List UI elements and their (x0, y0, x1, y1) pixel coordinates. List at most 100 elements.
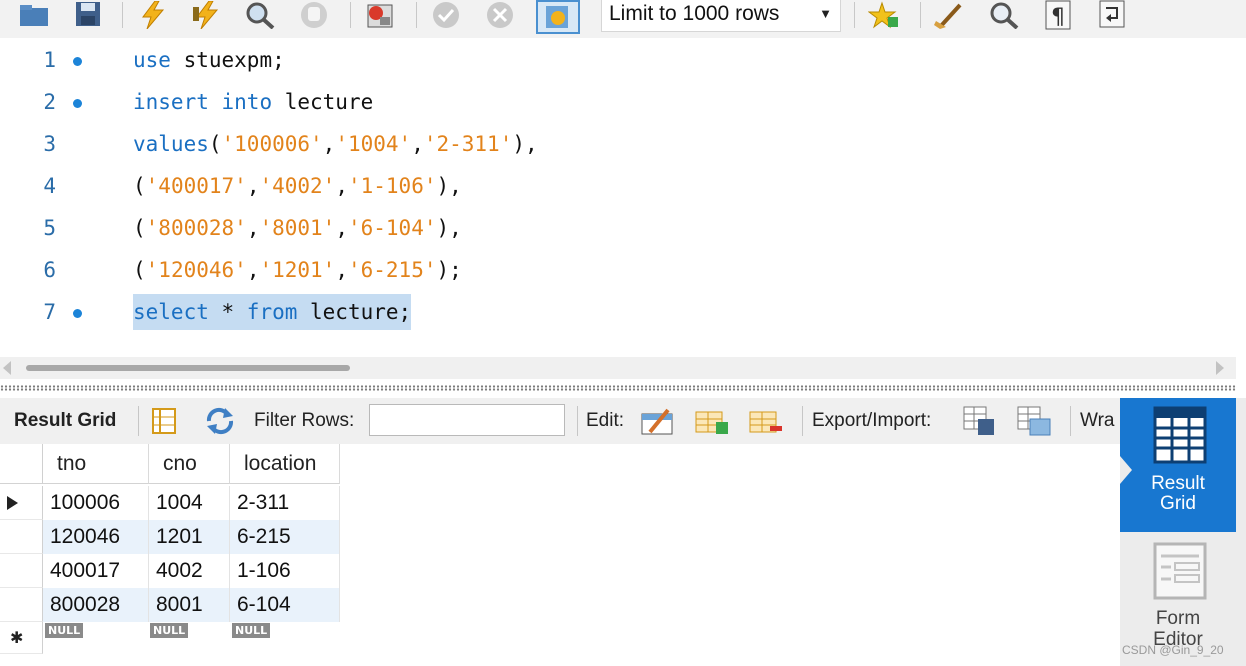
table-cell[interactable]: 100006 (43, 486, 149, 520)
statement-marker-icon (73, 99, 82, 108)
wrap-cell-label[interactable]: Wra (1080, 410, 1114, 432)
operator: * (208, 300, 247, 324)
filter-rows-label: Filter Rows: (254, 410, 355, 431)
filter-rows-input[interactable] (369, 404, 565, 436)
punct: , (411, 132, 424, 156)
table-cell[interactable]: 4002 (149, 554, 230, 588)
sql-editor[interactable]: 1 use stuexpm; 2 insert into lecture 3 v… (0, 38, 1246, 354)
toolbar-separator (854, 2, 855, 28)
result-grid-view-button[interactable]: Result Grid (1120, 398, 1236, 532)
result-grid-view-label: Result Grid (1120, 474, 1236, 514)
table-cell[interactable]: 120046 (43, 520, 149, 554)
table-cell[interactable]: 800028 (43, 588, 149, 622)
identifier: lecture; (297, 300, 412, 324)
keyword: select (133, 300, 209, 324)
table-cell[interactable]: 1004 (149, 486, 230, 520)
row-selector[interactable] (0, 520, 43, 554)
row-selector[interactable] (0, 554, 43, 588)
execute-icon[interactable] (134, 0, 170, 30)
column-header-cno[interactable]: cno (149, 444, 230, 484)
toolbar-separator (802, 406, 803, 436)
watermark: CSDN @Gin_9_20 (1122, 643, 1224, 657)
code-line: 6 ('120046','1201','6-215'); (0, 252, 1236, 288)
string-literal: '800028' (145, 216, 247, 240)
edit-cell-icon[interactable] (640, 404, 676, 438)
code-line: 1 use stuexpm; (0, 42, 1236, 78)
row-selector[interactable] (0, 588, 43, 622)
scrollbar-thumb[interactable] (26, 365, 350, 371)
result-toolbar: Result Grid Filter Rows: Edit: Export/Im… (0, 398, 1120, 444)
punct: ), (436, 174, 462, 198)
result-grid-label: Result Grid (14, 410, 117, 431)
code-text: ('400017','4002','1-106'), (133, 168, 462, 204)
table-cell[interactable]: 6-104 (230, 588, 340, 622)
table-cell[interactable]: 6-215 (230, 520, 340, 554)
keyword: use (133, 48, 171, 72)
punct: ( (133, 258, 146, 282)
svg-text:¶: ¶ (1051, 5, 1065, 30)
line-number: 3 (43, 132, 56, 156)
save-icon[interactable] (70, 0, 106, 30)
editor-horizontal-scrollbar[interactable] (0, 357, 1236, 379)
result-grid-icon (1153, 406, 1207, 464)
autocommit-icon[interactable] (536, 0, 580, 34)
table-cell[interactable]: 1-106 (230, 554, 340, 588)
string-literal: '1201' (259, 258, 336, 282)
line-number: 2 (43, 90, 56, 114)
null-badge[interactable]: NULL (45, 623, 84, 638)
code-text: insert into lecture (133, 84, 373, 120)
stop-icon[interactable] (296, 0, 332, 30)
panel-splitter[interactable] (0, 385, 1236, 391)
table-cell[interactable]: 1201 (149, 520, 230, 554)
find-icon[interactable] (986, 0, 1022, 30)
column-header-location[interactable]: location (230, 444, 340, 484)
punct: ), (436, 216, 462, 240)
selected-code-text: select * from lecture; (133, 294, 412, 330)
form-editor-icon (1153, 542, 1207, 600)
punct: , (246, 216, 260, 240)
label-line: Result (1151, 473, 1205, 494)
grid-corner (0, 444, 43, 484)
open-folder-icon[interactable] (16, 0, 52, 30)
delete-row-icon[interactable] (748, 404, 784, 438)
import-icon[interactable] (1016, 404, 1052, 438)
refresh-icon[interactable] (202, 404, 238, 438)
export-icon[interactable] (962, 404, 998, 438)
explain-icon[interactable] (242, 0, 278, 30)
wrap-icon[interactable] (1094, 0, 1130, 30)
table-cell[interactable]: 400017 (43, 554, 149, 588)
code-text: use stuexpm; (133, 42, 285, 78)
row-selector[interactable] (0, 486, 43, 520)
null-badge[interactable]: NULL (150, 623, 189, 638)
result-view-side-panel: Result Grid Form Editor (1120, 398, 1246, 666)
add-snippet-icon[interactable] (866, 0, 902, 30)
edit-label: Edit: (586, 410, 625, 431)
invisible-chars-icon[interactable]: ¶ (1040, 0, 1076, 30)
column-header-tno[interactable]: tno (43, 444, 149, 484)
punct: , (335, 216, 348, 240)
table-cell[interactable]: 2-311 (230, 486, 340, 520)
string-literal: '100006' (221, 132, 323, 156)
column-view-icon[interactable] (146, 404, 182, 438)
row-selector[interactable]: ✱ (0, 622, 43, 654)
limit-rows-select[interactable]: Limit to 1000 rows ▼ (601, 0, 841, 32)
keyword: values (133, 132, 209, 156)
scroll-left-icon[interactable] (3, 361, 11, 375)
null-badge[interactable]: NULL (232, 623, 271, 638)
toggle-error-icon[interactable] (362, 0, 398, 30)
table-cell[interactable]: 8001 (149, 588, 230, 622)
commit-icon[interactable] (428, 0, 464, 30)
execute-current-icon[interactable] (188, 0, 224, 30)
beautify-icon[interactable] (932, 0, 968, 30)
identifier: lecture (272, 90, 374, 114)
keyword: insert (133, 90, 209, 114)
rollback-icon[interactable] (482, 0, 518, 30)
code-text: ('120046','1201','6-215'); (133, 252, 462, 288)
string-literal: '6-215' (347, 258, 437, 282)
string-literal: '8001' (259, 216, 336, 240)
scroll-right-icon[interactable] (1216, 361, 1224, 375)
punct: ( (208, 132, 222, 156)
add-row-icon[interactable] (694, 404, 730, 438)
keyword: into (221, 90, 273, 114)
